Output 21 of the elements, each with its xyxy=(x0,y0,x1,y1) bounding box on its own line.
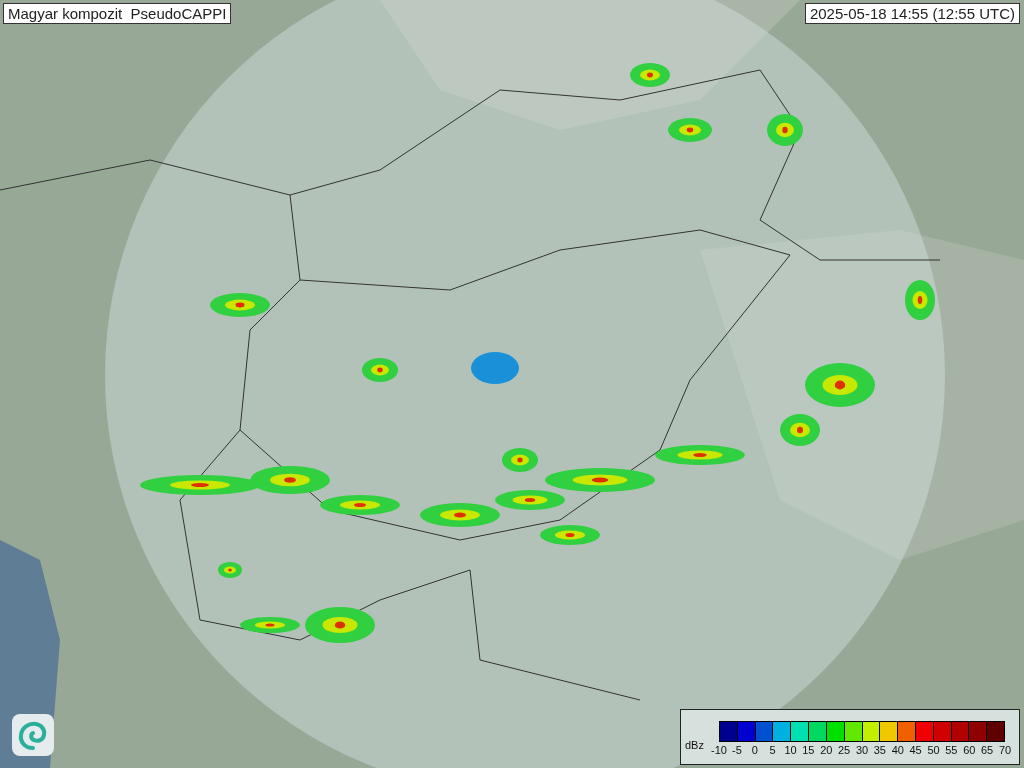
scale-tick-label: 20 xyxy=(820,743,833,756)
scale-tick-label: 65 xyxy=(981,743,994,756)
scale-tick-label: 55 xyxy=(945,743,958,756)
scale-tick-label: 30 xyxy=(855,743,869,756)
scale-tick-label: 50 xyxy=(927,743,940,756)
legend-unit: dBz xyxy=(685,739,705,751)
scale-tick-label: 5 xyxy=(769,743,776,756)
map-title: Magyar kompozit PseudoCAPPI xyxy=(3,3,232,24)
scale-tick-label: 25 xyxy=(838,743,851,756)
timestamp: 2025-05-18 14:55 (12:55 UTC) xyxy=(804,3,1020,24)
scale-tick-label: 0 xyxy=(751,743,758,756)
scale-tick-label: 60 xyxy=(963,743,976,756)
swirl-logo-icon xyxy=(12,714,54,756)
scale-tick-label: 10 xyxy=(784,743,797,756)
scale-tick-label: 35 xyxy=(873,743,886,756)
scale-tick-label: 70 xyxy=(998,743,1012,756)
scale-tick-label: 40 xyxy=(891,743,904,756)
scale-tick-label: -5 xyxy=(732,743,742,756)
scale-tick-label: 45 xyxy=(909,743,922,756)
scale-tick-label: -10 xyxy=(711,743,727,756)
scale-tick-label: 15 xyxy=(802,743,815,756)
